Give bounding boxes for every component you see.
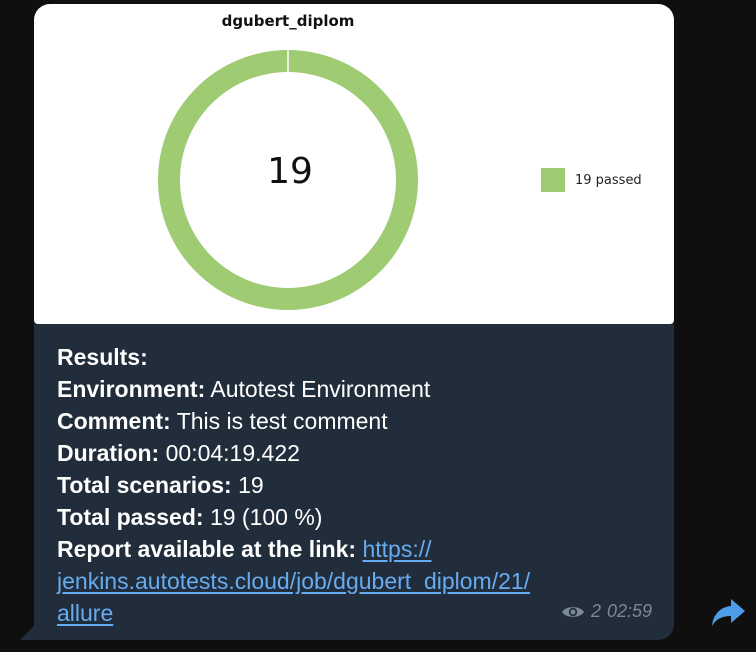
total-scenarios-line: Total scenarios: 19	[57, 469, 657, 501]
message-time: 02:59	[606, 601, 652, 621]
total-passed-label: Total passed:	[57, 504, 204, 530]
chart-title: dgubert_diplom	[221, 12, 355, 30]
environment-label: Environment:	[57, 376, 206, 402]
duration-line: Duration: 00:04:19.422	[57, 437, 657, 469]
eye-icon	[561, 606, 584, 617]
report-line: Report available at the link: https://	[57, 533, 657, 565]
message-bubble: dgubert_diplom 19 19 passed Results: Env…	[20, 4, 674, 640]
donut-chart	[158, 50, 418, 310]
duration-label: Duration:	[57, 440, 160, 466]
view-count: 2	[590, 601, 601, 621]
message-meta: 2 02:59	[561, 601, 652, 622]
report-link-part1[interactable]: https://	[362, 536, 431, 562]
message-text: Results: Environment: Autotest Environme…	[57, 341, 657, 629]
environment-value: Autotest Environment	[210, 376, 431, 402]
share-arrow-icon[interactable]	[711, 596, 747, 628]
legend-swatch-passed	[541, 168, 565, 192]
legend-label-passed: 19 passed	[575, 172, 642, 188]
chart-legend: 19 passed	[541, 168, 642, 192]
environment-line: Environment: Autotest Environment	[57, 373, 657, 405]
report-link-part3[interactable]: allure	[57, 600, 113, 626]
duration-value: 00:04:19.422	[165, 440, 300, 466]
total-passed-line: Total passed: 19 (100 %)	[57, 501, 657, 533]
total-scenarios-label: Total scenarios:	[57, 472, 232, 498]
comment-line: Comment: This is test comment	[57, 405, 657, 437]
results-heading: Results:	[57, 344, 148, 370]
comment-value: This is test comment	[176, 408, 388, 434]
report-label: Report available at the link:	[57, 536, 357, 562]
report-link-part2[interactable]: jenkins.autotests.cloud/job/dgubert_dipl…	[57, 568, 530, 594]
comment-label: Comment:	[57, 408, 171, 434]
total-scenarios-value: 19	[238, 472, 264, 498]
total-passed-value: 19 (100 %)	[209, 504, 323, 530]
chart-image[interactable]: dgubert_diplom 19 19 passed	[34, 4, 674, 324]
bubble-tail	[20, 626, 34, 640]
chart-center-label: 19	[267, 151, 313, 192]
report-link-line2: jenkins.autotests.cloud/job/dgubert_dipl…	[57, 565, 657, 597]
